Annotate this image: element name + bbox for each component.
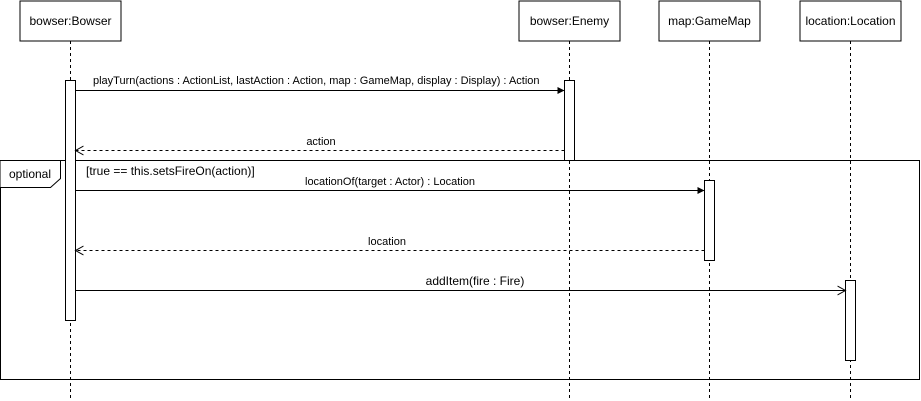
message-location-of[interactable]: locationOf(target : Actor) : Location <box>75 176 705 194</box>
message-location-return[interactable]: location <box>76 236 705 251</box>
activation-location <box>845 280 856 361</box>
activation-enemy <box>564 80 575 161</box>
message-play-turn[interactable]: playTurn(actions : ActionList, lastActio… <box>75 75 565 94</box>
activation-bowser <box>65 80 76 321</box>
lifeline-label-map: map:GameMap <box>668 14 751 28</box>
message-action-return[interactable]: action <box>76 136 565 151</box>
optional-fragment: optional [true == this.setsFireOn(action… <box>0 160 920 380</box>
message-play-turn-label: playTurn(actions : ActionList, lastActio… <box>93 75 540 87</box>
message-action-return-label: action <box>306 136 335 148</box>
lifeline-head-bowser[interactable]: bowser:Bowser <box>19 0 122 42</box>
lifeline-label-enemy: bowser:Enemy <box>530 14 609 28</box>
lifeline-head-location[interactable]: location:Location <box>799 0 902 42</box>
fragment-operator-label: optional <box>9 167 51 181</box>
fragment-guard-label: [true == this.setsFireOn(action)] <box>86 164 255 178</box>
lifeline-label-bowser: bowser:Bowser <box>29 14 111 28</box>
activation-map <box>704 180 715 261</box>
lifeline-head-enemy[interactable]: bowser:Enemy <box>518 0 621 42</box>
message-add-item[interactable]: addItem(fire : Fire) <box>75 274 846 291</box>
lifeline-head-map[interactable]: map:GameMap <box>658 0 761 42</box>
message-location-return-label: location <box>368 236 406 248</box>
message-location-of-label: locationOf(target : Actor) : Location <box>305 176 475 188</box>
sequence-diagram: bowser:Bowser bowser:Enemy map:GameMap l… <box>0 0 920 400</box>
message-add-item-label: addItem(fire : Fire) <box>426 274 525 288</box>
lifeline-label-location: location:Location <box>805 14 895 28</box>
